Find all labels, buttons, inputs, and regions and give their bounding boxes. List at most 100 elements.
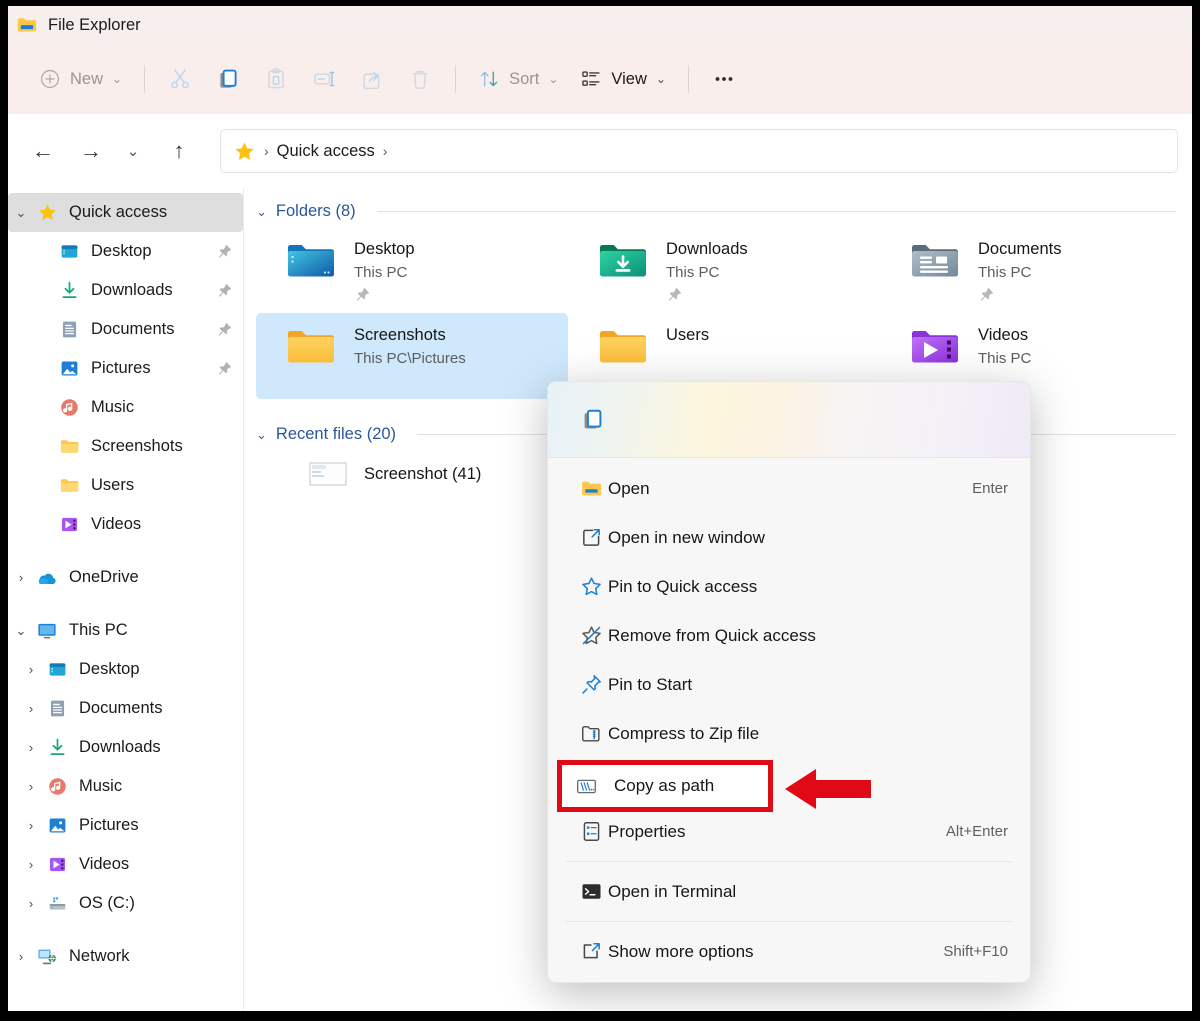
- chevron-right-icon[interactable]: ›: [8, 949, 34, 964]
- forward-button[interactable]: →: [70, 130, 112, 172]
- rename-button[interactable]: [300, 59, 348, 99]
- new-label: New: [70, 70, 103, 89]
- pin-icon: [978, 286, 1061, 303]
- chevron-right-icon[interactable]: ›: [18, 779, 44, 794]
- sort-button[interactable]: Sort ⌄: [467, 60, 569, 98]
- downloads-icon: [44, 737, 70, 759]
- see-more-button[interactable]: [700, 59, 748, 99]
- more-options-icon: [574, 940, 608, 963]
- sidebar-item-this-pc-videos[interactable]: › Videos: [8, 845, 243, 884]
- chevron-down-icon[interactable]: ⌄: [256, 204, 267, 220]
- sidebar-item-this-pc-os-c[interactable]: › OS (C:): [8, 884, 243, 923]
- cut-button[interactable]: [156, 59, 204, 99]
- pin-icon[interactable]: [216, 321, 233, 338]
- music-icon: [44, 776, 70, 798]
- videos-icon: [44, 854, 70, 876]
- chevron-right-icon[interactable]: ›: [18, 701, 44, 716]
- pin-icon[interactable]: [216, 360, 233, 377]
- sidebar-item-this-pc[interactable]: ⌄ This PC: [8, 611, 243, 650]
- chevron-right-icon[interactable]: ›: [18, 818, 44, 833]
- chevron-right-icon[interactable]: ›: [18, 662, 44, 677]
- sidebar-item-videos[interactable]: Videos: [8, 505, 243, 544]
- menu-item-label: Compress to Zip file: [608, 724, 759, 744]
- chevron-down-icon[interactable]: ⌄: [8, 205, 34, 221]
- chevron-right-icon[interactable]: ›: [18, 896, 44, 911]
- chevron-down-icon[interactable]: ⌄: [256, 427, 267, 443]
- sidebar-item-network[interactable]: › Network: [8, 937, 243, 976]
- share-button[interactable]: [348, 59, 396, 99]
- downloads-folder-icon: [596, 236, 650, 286]
- menu-item-pin-to-start[interactable]: Pin to Start: [552, 660, 1026, 709]
- image-file-icon: [308, 460, 348, 488]
- sidebar-item-music[interactable]: Music: [8, 388, 243, 427]
- chevron-right-icon[interactable]: ›: [18, 740, 44, 755]
- pin-icon[interactable]: [216, 243, 233, 260]
- sidebar-item-label: Downloads: [91, 281, 173, 300]
- star-icon: [34, 202, 60, 224]
- sidebar-item-this-pc-music[interactable]: › Music: [8, 767, 243, 806]
- folders-group-label: Folders (8): [276, 202, 356, 221]
- menu-item-open-in-terminal[interactable]: Open in Terminal: [552, 867, 1026, 916]
- paste-button[interactable]: [252, 59, 300, 99]
- sidebar-item-documents[interactable]: Documents: [8, 310, 243, 349]
- sidebar-item-this-pc-pictures[interactable]: › Pictures: [8, 806, 243, 845]
- recent-locations-button[interactable]: ⌄: [118, 130, 148, 172]
- folder-tile-documents[interactable]: Documents This PC: [880, 227, 1192, 313]
- context-menu: Open Enter Open in new window Pin to Qui…: [547, 381, 1031, 983]
- window-title: File Explorer: [48, 16, 141, 35]
- chevron-down-icon[interactable]: ⌄: [8, 623, 34, 639]
- chevron-right-icon[interactable]: ›: [18, 857, 44, 872]
- sidebar-item-users[interactable]: Users: [8, 466, 243, 505]
- menu-item-open[interactable]: Open Enter: [552, 464, 1026, 513]
- star-icon: [233, 140, 256, 163]
- folder-icon: [574, 477, 608, 500]
- recent-file-name: Screenshot (41): [364, 465, 481, 484]
- sidebar-item-label: Pictures: [79, 816, 139, 835]
- documents-icon: [56, 319, 82, 341]
- folder-tile-text: Screenshots This PC\Pictures: [354, 322, 466, 370]
- folders-group-header[interactable]: ⌄ Folders (8): [256, 188, 1192, 227]
- menu-item-properties[interactable]: Properties Alt+Enter: [552, 807, 1026, 856]
- folder-name: Documents: [978, 238, 1061, 262]
- menu-item-pin-to-quick-access[interactable]: Pin to Quick access: [552, 562, 1026, 611]
- pin-icon[interactable]: [216, 282, 233, 299]
- view-button[interactable]: View ⌄: [569, 60, 677, 98]
- address-bar[interactable]: › Quick access ›: [220, 129, 1178, 173]
- command-bar: New ⌄: [8, 44, 1192, 114]
- menu-item-accelerator: Shift+F10: [943, 943, 1008, 960]
- sidebar-item-desktop[interactable]: Desktop: [8, 232, 243, 271]
- chevron-right-icon[interactable]: ›: [8, 570, 34, 585]
- folder-tile-downloads[interactable]: Downloads This PC: [568, 227, 880, 313]
- folder-icon: [56, 436, 82, 458]
- properties-icon: [574, 820, 608, 843]
- copy-path-icon: [575, 775, 598, 798]
- breadcrumb-separator: ›: [264, 143, 269, 159]
- copy-icon[interactable]: [572, 400, 612, 440]
- sidebar-item-onedrive[interactable]: › OneDrive: [8, 558, 243, 597]
- breadcrumb-separator[interactable]: ›: [383, 143, 388, 159]
- up-button[interactable]: ↑: [158, 130, 200, 172]
- menu-item-show-more-options[interactable]: Show more options Shift+F10: [552, 927, 1026, 976]
- menu-item-compress-to-zip-file[interactable]: Compress to Zip file: [552, 709, 1026, 758]
- sidebar-item-label: Pictures: [91, 359, 151, 378]
- sidebar-item-this-pc-desktop[interactable]: › Desktop: [8, 650, 243, 689]
- breadcrumb-item-quick-access[interactable]: Quick access: [277, 142, 375, 161]
- sidebar-item-screenshots[interactable]: Screenshots: [8, 427, 243, 466]
- sidebar-item-label: This PC: [69, 621, 128, 640]
- sidebar-item-downloads[interactable]: Downloads: [8, 271, 243, 310]
- sidebar-item-quick-access[interactable]: ⌄ Quick access: [8, 193, 243, 232]
- highlight-box-content: Copy as path: [567, 770, 763, 802]
- sidebar-item-this-pc-downloads[interactable]: › Downloads: [8, 728, 243, 767]
- star-slash-icon: [574, 624, 608, 647]
- menu-item-open-in-new-window[interactable]: Open in new window: [552, 513, 1026, 562]
- menu-item-remove-from-quick-access[interactable]: Remove from Quick access: [552, 611, 1026, 660]
- delete-button[interactable]: [396, 59, 444, 99]
- folder-tile-screenshots[interactable]: Screenshots This PC\Pictures: [256, 313, 568, 399]
- sidebar-item-this-pc-documents[interactable]: › Documents: [8, 689, 243, 728]
- chevron-down-icon: ⌄: [112, 72, 122, 86]
- folder-tile-desktop[interactable]: Desktop This PC: [256, 227, 568, 313]
- copy-button[interactable]: [204, 59, 252, 99]
- sidebar-item-pictures[interactable]: Pictures: [8, 349, 243, 388]
- new-button[interactable]: New ⌄: [28, 60, 133, 98]
- back-button[interactable]: ←: [22, 130, 64, 172]
